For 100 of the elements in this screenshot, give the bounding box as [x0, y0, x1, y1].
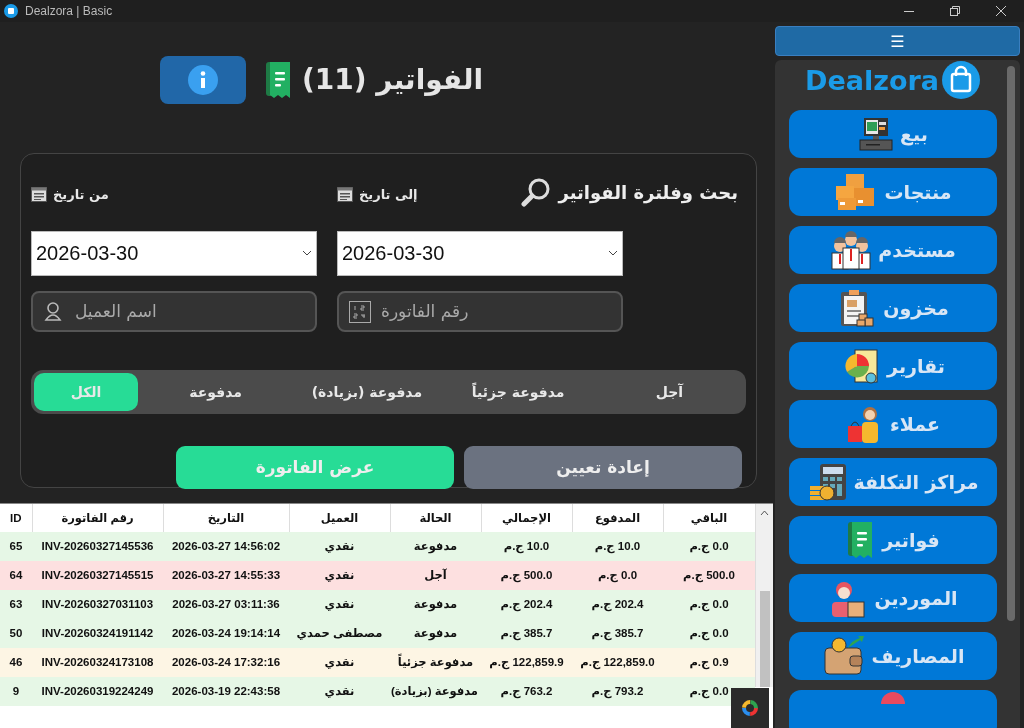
chevron-down-icon: [302, 250, 312, 257]
restore-icon: [950, 6, 960, 16]
nav-button[interactable]: منتجات: [789, 168, 997, 216]
app-logo-icon: [3, 3, 19, 19]
column-header[interactable]: التاريخ: [163, 503, 289, 532]
table-cell: 122,859.0 ج.م: [572, 647, 663, 677]
menu-button[interactable]: ☰: [775, 26, 1020, 56]
nav-button[interactable]: فواتير: [789, 516, 997, 564]
table-cell: 65: [0, 531, 32, 561]
nav-button[interactable]: مستخدم: [789, 226, 997, 274]
field-label: من تاريخ: [53, 186, 109, 202]
info-button[interactable]: [159, 55, 246, 104]
info-icon: [186, 63, 219, 96]
scrollbar-thumb[interactable]: [1007, 66, 1015, 621]
status-tab[interactable]: مدفوعة (بزيادة): [293, 372, 441, 411]
table-cell: 2026-03-24 19:14:14: [163, 618, 289, 648]
nav-button[interactable]: بيع: [789, 110, 997, 158]
table-cell: 50: [0, 618, 32, 648]
column-header[interactable]: العميل: [289, 503, 390, 532]
table-cell: 46: [0, 647, 32, 677]
table-cell: 0.9 ج.م: [663, 647, 755, 677]
table-cell: 9: [0, 676, 32, 706]
nav-button[interactable]: عملاء: [789, 400, 997, 448]
nav-button[interactable]: الموردين: [789, 574, 997, 622]
status-tab[interactable]: مدفوعة: [142, 372, 290, 411]
table-cell: INV-20260324173108: [32, 647, 163, 677]
table-cell: 2026-03-19 22:43:58: [163, 676, 289, 706]
table-cell: 385.7 ج.م: [572, 618, 663, 648]
table-cell: 64: [0, 560, 32, 590]
table-cell: 500.0 ج.م: [663, 560, 755, 590]
column-header[interactable]: الحالة: [390, 503, 481, 532]
status-tab[interactable]: مدفوعة جزئياً: [444, 372, 592, 411]
status-tab[interactable]: آجل: [595, 372, 743, 411]
nav-button[interactable]: [789, 690, 997, 728]
table-cell: 2026-03-27 14:56:02: [163, 531, 289, 561]
scrollbar[interactable]: [755, 503, 773, 687]
table-cell: مدفوعة: [390, 531, 481, 561]
date-picker[interactable]: 2026-03-30: [31, 230, 317, 276]
table-cell: 2026-03-27 03:11:36: [163, 589, 289, 619]
table-cell: آجل: [390, 560, 481, 590]
column-header[interactable]: الإجمالي: [481, 503, 572, 532]
table-cell: مدفوعة (بزيادة): [390, 676, 481, 706]
app-logo: Dealzora: [805, 64, 939, 96]
table-cell: 202.4 ج.م: [572, 589, 663, 619]
table-cell: 0.0 ج.م: [663, 676, 755, 706]
column-header[interactable]: ID: [0, 503, 32, 532]
nav-button[interactable]: مخزون: [789, 284, 997, 332]
table-cell: مدفوعة: [390, 618, 481, 648]
reset-button[interactable]: إعادة تعيين: [464, 445, 742, 489]
table-cell: INV-20260319224249: [32, 676, 163, 706]
table-cell: 10.0 ج.م: [481, 531, 572, 561]
column-header[interactable]: رقم الفاتورة: [32, 503, 163, 532]
table-cell: INV-20260327031103: [32, 589, 163, 619]
table-cell: 0.0 ج.م: [663, 589, 755, 619]
customer-field[interactable]: اسم العميل: [31, 290, 317, 332]
table-cell: 202.4 ج.م: [481, 589, 572, 619]
table-cell: نقدي: [289, 560, 390, 590]
table-cell: 500.0 ج.م: [481, 560, 572, 590]
date-picker[interactable]: 2026-03-30: [337, 230, 623, 276]
ring-icon: [741, 699, 759, 717]
scroll-up-icon: [760, 509, 769, 516]
search-icon: [520, 177, 551, 208]
column-header[interactable]: الباقي: [663, 503, 755, 532]
wallet-icon: [821, 636, 866, 676]
person-icon: [43, 300, 63, 321]
table-cell: 10.0 ج.م: [572, 531, 663, 561]
calendar-icon: [337, 186, 353, 202]
section-heading: بحث وفلترة الفواتير: [558, 181, 738, 203]
floating-button[interactable]: [731, 688, 769, 728]
table-cell: 0.0 ج.م: [663, 531, 755, 561]
scrollbar-thumb[interactable]: [759, 590, 770, 687]
table-cell: 793.2 ج.م: [572, 676, 663, 706]
table-cell: 122,859.9 ج.م: [481, 647, 572, 677]
table-cell: INV-20260327145515: [32, 560, 163, 590]
page-title: الفواتير (11): [301, 63, 484, 97]
table-cell: مدفوعة: [390, 589, 481, 619]
nav-button[interactable]: المصاريف: [789, 632, 997, 680]
chevron-down-icon: [608, 250, 618, 257]
table-cell: مدفوعة جزئياً: [390, 647, 481, 677]
window-title: Dealzora | Basic: [25, 4, 113, 18]
close-icon: [996, 6, 1006, 16]
table-cell: 385.7 ج.م: [481, 618, 572, 648]
shopping-bag-icon: [941, 60, 981, 100]
table-cell: نقدي: [289, 589, 390, 619]
table-cell: 63: [0, 589, 32, 619]
invoice-number-field[interactable]: رقم الفاتورة: [337, 290, 623, 332]
nav-button[interactable]: مراكز التكلفة: [789, 458, 997, 506]
field-label: إلى تاريخ: [359, 186, 418, 202]
table-cell: 0.0 ج.م: [572, 560, 663, 590]
people-icon: [830, 230, 873, 270]
number-grid-icon: [349, 300, 371, 323]
nav-button[interactable]: تقارير: [789, 342, 997, 390]
cash-register-icon: [858, 116, 895, 152]
calculator-icon: [807, 462, 848, 502]
table-cell: مصطفى حمدي: [289, 618, 390, 648]
column-header[interactable]: المدفوع: [572, 503, 663, 532]
table-cell: نقدي: [289, 531, 390, 561]
table-cell: INV-20260324191142: [32, 618, 163, 648]
table-cell: نقدي: [289, 647, 390, 677]
table-cell: 0.0 ج.م: [663, 618, 755, 648]
